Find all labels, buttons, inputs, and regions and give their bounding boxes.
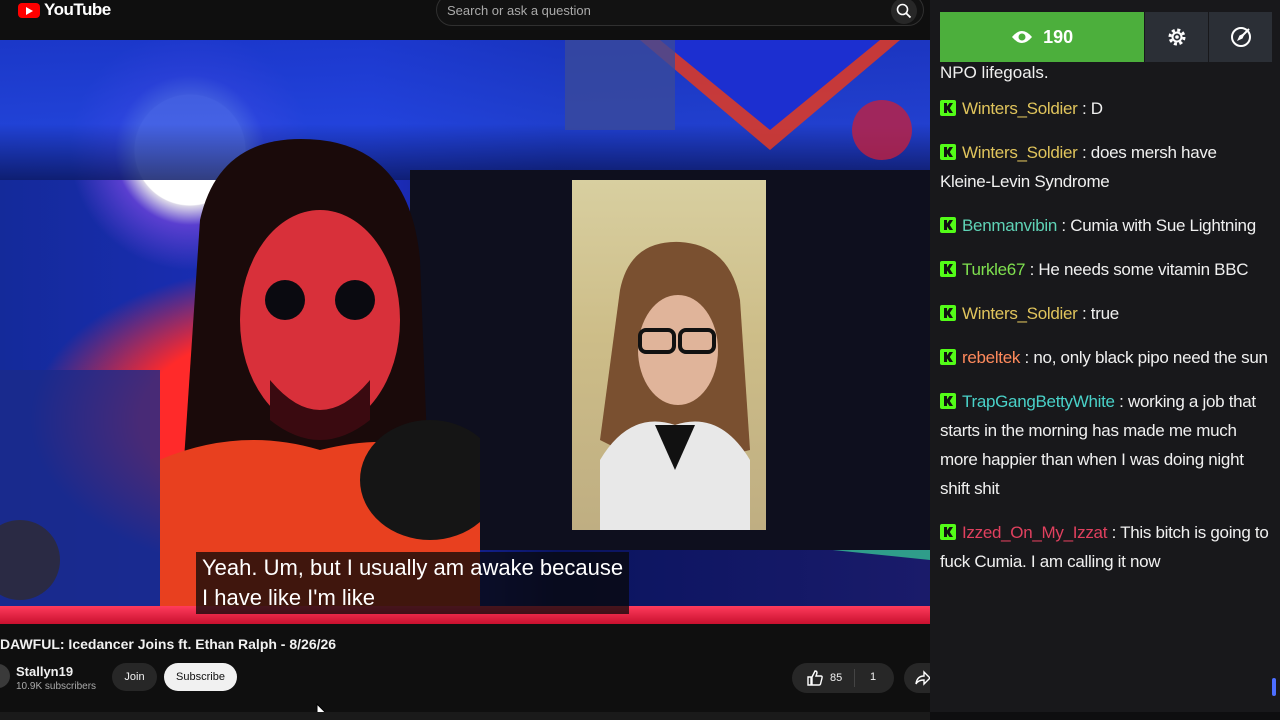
kick-badge-icon <box>940 261 956 277</box>
chat-message-text: no, only black pipo need the sun <box>1033 348 1268 367</box>
chat-message: TrapGangBettyWhite : working a job that … <box>940 387 1270 503</box>
host-figure <box>160 139 480 620</box>
message-list: Winters_Soldier : D Winters_Soldier : doe… <box>940 94 1270 576</box>
kick-badge-icon <box>940 393 956 409</box>
kick-badge-icon <box>940 144 956 160</box>
caption-line-2: I have like I'm like <box>202 585 375 610</box>
youtube-logo[interactable]: YouTube <box>18 0 111 20</box>
kick-badge-icon <box>940 100 956 116</box>
guest-camera <box>572 180 766 530</box>
chat-username[interactable]: Winters_Soldier <box>962 143 1078 162</box>
chat-message-text: He needs some vitamin BBC <box>1038 260 1249 279</box>
gear-icon <box>1168 28 1186 46</box>
viewer-count: 190 <box>1043 26 1074 47</box>
viewer-count-button[interactable]: 190 <box>940 12 1145 62</box>
chat-separator: : <box>1081 99 1091 118</box>
chat-separator: : <box>1061 216 1071 235</box>
like-button[interactable]: 85 <box>806 669 842 687</box>
chat-separator: : <box>1119 392 1129 411</box>
popout-button[interactable] <box>1209 12 1272 62</box>
logo-text: YouTube <box>44 0 111 19</box>
like-divider <box>854 669 855 687</box>
settings-button[interactable] <box>1145 12 1209 62</box>
chat-message-text: Cumia with Sue Lightning <box>1070 216 1256 235</box>
chat-username[interactable]: Benmanvibin <box>962 216 1057 235</box>
chat-username[interactable]: Winters_Soldier <box>962 99 1078 118</box>
chat-username[interactable]: TrapGangBettyWhite <box>962 392 1115 411</box>
chat-message: Winters_Soldier : does mersh have Kleine… <box>940 138 1270 196</box>
chat-message-text: true <box>1090 304 1119 323</box>
captions: Yeah. Um, but I usually am awake because… <box>196 552 630 614</box>
chat-header: 190 <box>940 12 1272 62</box>
compass-icon <box>1230 27 1251 47</box>
chat-panel: NPO lifegoals. Winters_Soldier : D Winter… <box>930 0 1280 720</box>
like-count: 85 <box>830 672 843 684</box>
chat-message: Winters_Soldier : true <box>940 299 1270 328</box>
guest-figure <box>600 241 750 530</box>
chat-username[interactable]: Winters_Soldier <box>962 304 1078 323</box>
video-player[interactable]: Yeah. Um, but I usually am awake because… <box>0 40 930 624</box>
chat-username[interactable]: Turkle67 <box>962 260 1025 279</box>
like-dislike-group: 85 1 <box>792 663 894 693</box>
caption-line-1: Yeah. Um, but I usually am awake because <box>202 555 624 580</box>
kick-badge-icon <box>940 217 956 233</box>
chat-username[interactable]: rebeltek <box>962 348 1020 367</box>
kick-badge-icon <box>940 349 956 365</box>
kick-badge-icon <box>940 305 956 321</box>
youtube-page: YouTube Search or ask a question Yeah. U… <box>0 0 944 720</box>
chat-message: Winters_Soldier : D <box>940 94 1270 123</box>
search-input[interactable] <box>447 1 867 19</box>
thumbs-up-icon <box>807 670 823 686</box>
dislike-button[interactable]: 1 <box>870 671 876 683</box>
chat-message: Benmanvibin : Cumia with Sue Lightning <box>940 211 1270 240</box>
youtube-logo-icon <box>18 2 40 18</box>
eye-icon <box>1012 31 1033 43</box>
chat-separator: : <box>1111 523 1121 542</box>
join-button[interactable]: Join <box>112 663 157 691</box>
search-icon <box>896 3 912 19</box>
top-bar: YouTube <box>0 0 930 26</box>
video-title: DAWFUL: Icedancer Joins ft. Ethan Ralph … <box>0 636 337 652</box>
chat-message: Turkle67 : He needs some vitamin BBC <box>940 255 1270 284</box>
chat-message: rebeltek : no, only black pipo need the … <box>940 343 1270 372</box>
chat-bottom-bar <box>930 712 1280 720</box>
subscriber-count: 10.9K subscribers <box>16 681 97 692</box>
channel-name[interactable]: Stallyn19 <box>16 664 73 679</box>
channel-row: Stallyn19 10.9K subscribers Join Subscri… <box>0 660 944 696</box>
channel-avatar[interactable] <box>0 664 10 688</box>
chat-username[interactable]: Izzed_On_My_Izzat <box>962 523 1107 542</box>
chat-messages: NPO lifegoals. Winters_Soldier : D Winter… <box>940 58 1270 591</box>
chat-message: Izzed_On_My_Izzat : This bitch is going … <box>940 518 1270 576</box>
subscribe-button[interactable]: Subscribe <box>164 663 237 691</box>
search-button[interactable] <box>891 0 917 24</box>
chat-message-text: D <box>1090 99 1103 118</box>
bottom-bar <box>0 712 930 720</box>
chat-separator: : <box>1081 304 1091 323</box>
chat-separator: : <box>1081 143 1091 162</box>
chat-scrollbar[interactable] <box>1272 678 1276 696</box>
kick-badge-icon <box>940 524 956 540</box>
search-box <box>436 0 924 26</box>
